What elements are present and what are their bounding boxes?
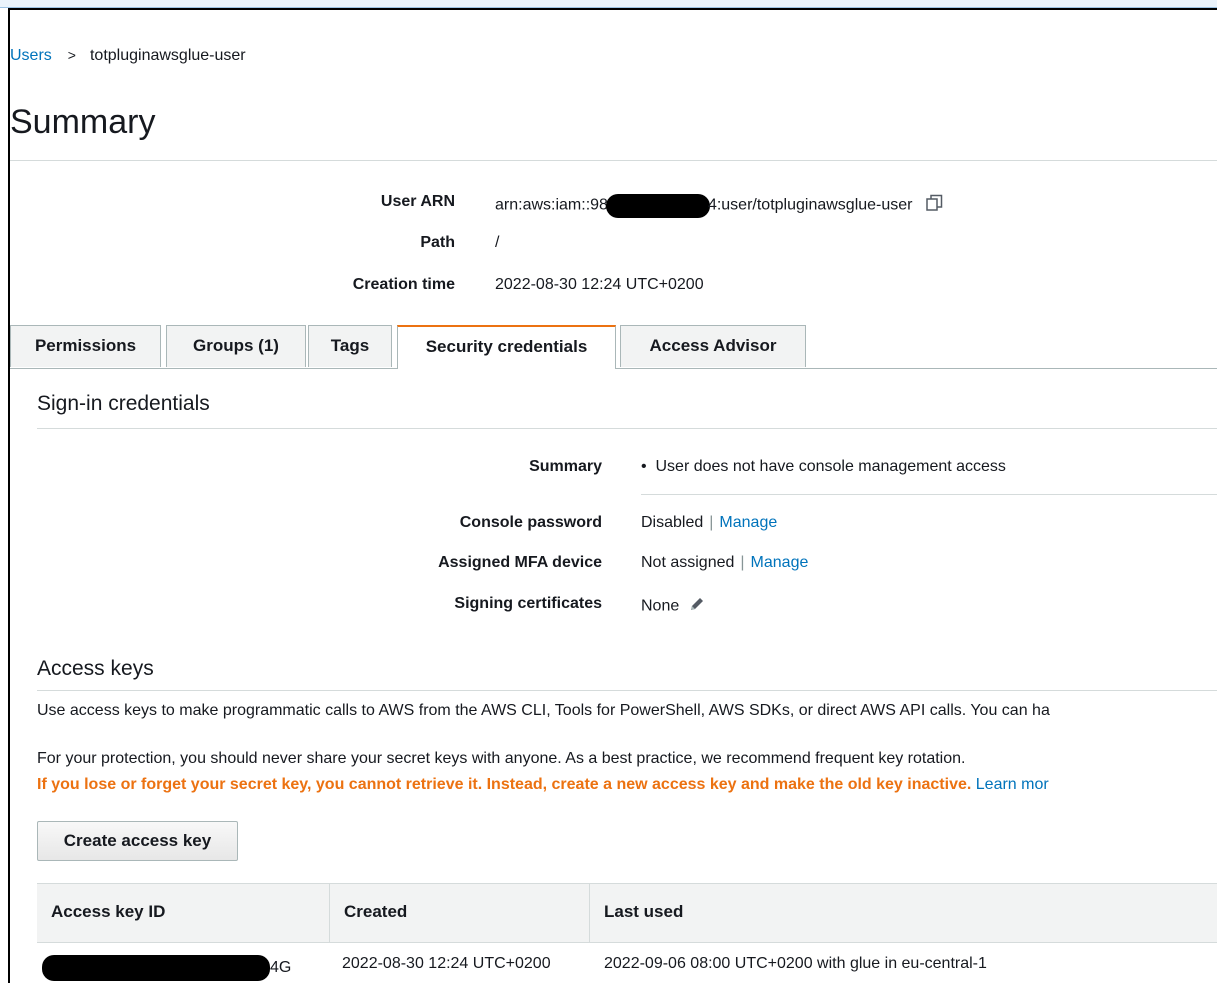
- learn-more-link[interactable]: Learn mor: [976, 776, 1049, 793]
- last-used-cell: 2022-09-06 08:00 UTC+0200 with glue in e…: [604, 955, 987, 972]
- tab-groups[interactable]: Groups (1): [166, 325, 306, 367]
- access-key-id-suffix: 4G: [270, 959, 292, 977]
- breadcrumb-current: totpluginawsglue-user: [89, 47, 246, 64]
- create-access-key-button[interactable]: Create access key: [37, 821, 238, 861]
- breadcrumb-separator-icon: >: [67, 47, 76, 63]
- signin-divider: [37, 428, 1217, 429]
- user-arn-label: User ARN: [380, 193, 455, 210]
- mfa-manage-link[interactable]: Manage: [751, 554, 809, 571]
- mfa-value: Not assigned | Manage: [641, 554, 808, 572]
- signin-summary-value: • User does not have console management …: [641, 458, 1006, 476]
- signing-certs-status: None: [641, 597, 680, 615]
- bullet-icon: •: [641, 458, 647, 475]
- path-row: Path /: [0, 234, 1217, 258]
- user-arn-row: User ARN arn:aws:iam::98 4:user/totplugin…: [0, 193, 1217, 218]
- access-keys-description: Use access keys to make programmatic cal…: [37, 702, 1050, 719]
- path-value: /: [495, 234, 500, 251]
- redaction-mark: [605, 193, 710, 218]
- signin-credentials-title: Sign-in credentials: [37, 392, 210, 415]
- tab-security-credentials[interactable]: Security credentials: [397, 325, 616, 369]
- column-header-created[interactable]: Created: [344, 902, 407, 922]
- copy-icon[interactable]: [925, 193, 945, 218]
- access-keys-title: Access keys: [37, 657, 154, 680]
- console-password-value: Disabled | Manage: [641, 514, 777, 532]
- user-arn-value: arn:aws:iam::98 4:user/totpluginawsglue-u…: [495, 193, 945, 218]
- console-password-status: Disabled: [641, 514, 704, 531]
- signin-summary-divider: [641, 494, 1217, 495]
- breadcrumb-users-link[interactable]: Users: [10, 47, 52, 64]
- pipe-divider: |: [740, 554, 745, 571]
- tab-bar: Permissions Groups (1) Tags Security cre…: [10, 325, 1217, 369]
- creation-time-value: 2022-08-30 12:24 UTC+0200: [495, 276, 704, 293]
- warning-line: If you lose or forget your secret key, y…: [37, 776, 1049, 794]
- page-title: Summary: [10, 103, 156, 141]
- secret-key-warning: If you lose or forget your secret key, y…: [37, 776, 972, 793]
- console-password-label: Console password: [459, 514, 602, 531]
- signin-summary-text: User does not have console management ac…: [655, 458, 1006, 475]
- browser-top-strip: [0, 0, 1217, 8]
- mfa-status: Not assigned: [641, 554, 735, 571]
- mfa-label: Assigned MFA device: [438, 554, 602, 571]
- creation-time-row: Creation time 2022-08-30 12:24 UTC+0200: [0, 276, 1217, 300]
- tab-permissions[interactable]: Permissions: [10, 325, 161, 367]
- title-divider: [10, 160, 1217, 161]
- column-separator: [329, 884, 330, 942]
- signin-summary-label: Summary: [529, 458, 602, 475]
- column-header-last-used[interactable]: Last used: [604, 902, 683, 922]
- tab-access-advisor[interactable]: Access Advisor: [620, 325, 806, 367]
- column-separator: [589, 884, 590, 942]
- access-key-id-cell: 4G: [42, 955, 291, 981]
- column-header-access-key-id[interactable]: Access key ID: [51, 902, 165, 922]
- protection-note: For your protection, you should never sh…: [37, 750, 966, 767]
- user-arn-prefix: arn:aws:iam::98: [495, 196, 608, 214]
- console-password-manage-link[interactable]: Manage: [719, 514, 777, 531]
- access-keys-table-header: Access key ID Created Last used: [37, 883, 1217, 943]
- access-keys-divider: [37, 690, 1217, 691]
- path-label: Path: [420, 234, 455, 251]
- breadcrumb: Users > totpluginawsglue-user: [10, 47, 246, 65]
- redaction-mark: [42, 955, 270, 981]
- pencil-icon[interactable]: [688, 595, 706, 618]
- tab-tags[interactable]: Tags: [308, 325, 392, 367]
- created-cell: 2022-08-30 12:24 UTC+0200: [342, 955, 551, 972]
- pipe-divider: |: [709, 514, 714, 531]
- signing-certs-value: None: [641, 595, 706, 618]
- signing-certs-label: Signing certificates: [454, 595, 602, 612]
- creation-time-label: Creation time: [352, 276, 455, 293]
- user-arn-suffix: 4:user/totpluginawsglue-user: [707, 196, 913, 214]
